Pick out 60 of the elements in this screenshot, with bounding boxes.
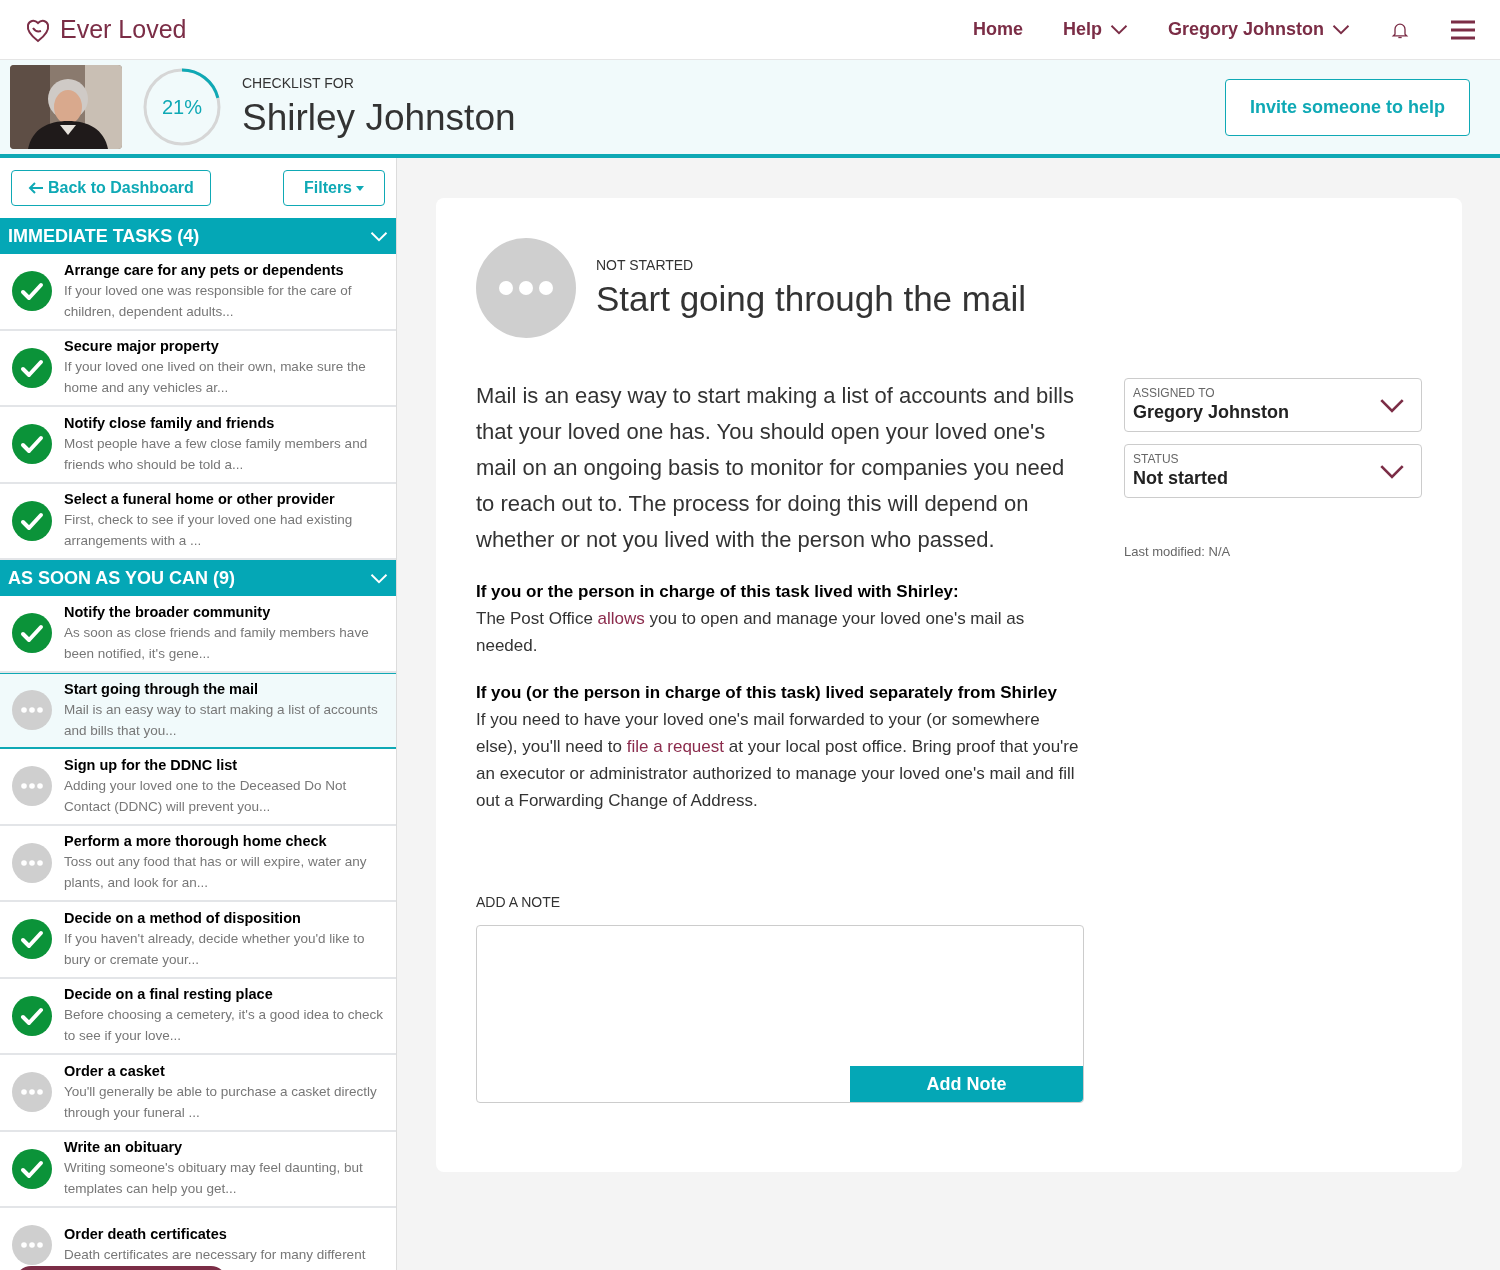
- chevron-icon: [1379, 463, 1405, 479]
- block-paragraph: If you need to have your loved one's mail forwarded to your (or somewhere else), you'll need to file a request at your local post office. Bring proof that you're an executor or administrator authorized to manage your loved one's mail and fill out a Forwarding Change of Address.: [476, 709, 1080, 812]
- task-item[interactable]: Start going through the mail Mail is an easy way to start making a list of accounts and bills that you...: [0, 672, 396, 749]
- task-heading: Start going through the mail: [596, 277, 1026, 320]
- task-title: Decide on a final resting place: [64, 985, 274, 1005]
- task-title: Start going through the mail: [64, 679, 260, 699]
- select-field[interactable]: STATUS Not started: [1124, 444, 1422, 498]
- task-title: Order death certificates: [64, 1225, 228, 1245]
- chevron-icon: [1379, 397, 1405, 413]
- brand-name[interactable]: Ever Loved: [60, 10, 187, 49]
- progress-reading: 21%: [162, 95, 202, 119]
- task-title: Notify close family and friends: [64, 413, 276, 433]
- task-summary: As soon as close friends and family members have been notified, it's gene...: [64, 623, 370, 663]
- task-title: Notify the broader community: [64, 602, 272, 622]
- checklist-eyebrow: CHECKLIST FOR: [242, 73, 355, 93]
- arrow-left-icon: [28, 182, 44, 194]
- task-summary: You'll generally be able to purchase a casket directly through your funeral ...: [64, 1082, 378, 1122]
- block-heading: If you or the person in charge of this task lived with Shirley:: [476, 581, 960, 603]
- caret-icon[interactable]: [1110, 24, 1128, 35]
- task-summary: Death certificates are necessary for many different: [64, 1246, 366, 1265]
- task-summary: Before choosing a cemetery, it's a good idea to check to see if your love...: [64, 1006, 384, 1046]
- block-paragraph: The Post Office allows you to open and manage your loved one's mail as needed.: [476, 608, 1026, 657]
- last-modified: Last modified: N/A: [1124, 543, 1232, 561]
- task-summary: Writing someone's obituary may feel daunting, but templates can help you get...: [64, 1159, 364, 1199]
- section-title: IMMEDIATE TASKS (4): [8, 224, 200, 248]
- task-summary: First, check to see if your loved one had existing arrangements with a ...: [64, 511, 354, 551]
- task-summary: If you haven't already, decide whether you'd like to bury or cremate your...: [64, 929, 366, 969]
- task-title: Sign up for the DDNC list: [64, 755, 239, 775]
- task-title: Write an obituary: [64, 1138, 184, 1158]
- note-label: ADD A NOTE: [476, 893, 562, 912]
- task-title: Order a casket: [64, 1061, 166, 1081]
- task-summary: Adding your loved one to the Deceased Do Not Contact (DDNC) will prevent you...: [64, 776, 348, 816]
- task-title: Select a funeral home or other provider: [64, 490, 336, 510]
- intro-paragraph: Mail is an easy way to start making a list of accounts and bills that your loved one has. You should open your loved one's mail on an ongoing basis to monitor for companies you need to reach out to. The process for doing this will depend on whether or not you lived with the person who passed.: [476, 382, 1075, 554]
- block-heading: If you (or the person in charge of this task) lived separately from Shirley: [476, 682, 1058, 704]
- inline-link[interactable]: file a request: [626, 737, 724, 756]
- nav-link[interactable]: Gregory Johnston: [1168, 16, 1324, 43]
- task-title: Perform a more thorough home check: [64, 832, 328, 852]
- person-name: Shirley Johnston: [242, 95, 516, 140]
- nav-link[interactable]: Help: [1062, 16, 1102, 43]
- caret-icon[interactable]: [1332, 24, 1350, 35]
- inline-link[interactable]: allows: [597, 609, 645, 628]
- section-title: AS SOON AS YOU CAN (9): [8, 566, 236, 590]
- task-title: Decide on a method of disposition: [64, 908, 302, 928]
- task-summary: If your loved one lived on their own, make sure the home and any vehicles ar...: [64, 358, 367, 398]
- task-title: Arrange care for any pets or dependents: [64, 260, 345, 280]
- task-summary: Mail is an easy way to start making a list of accounts and bills that you...: [64, 700, 379, 740]
- select-field[interactable]: ASSIGNED TO Gregory Johnston: [1124, 378, 1422, 432]
- task-summary: If your loved one was responsible for the care of children, dependent adults...: [64, 281, 353, 321]
- task-summary: Most people have a few close family members and friends who should be told a...: [64, 434, 369, 474]
- nav-link[interactable]: Home: [972, 16, 1023, 43]
- menu-icon[interactable]: [1450, 18, 1476, 41]
- task-title: Secure major property: [64, 337, 220, 357]
- caret-icon: [356, 185, 364, 191]
- task-summary: Toss out any food that has or will expire, water any plants, and look for an...: [64, 853, 368, 893]
- field-value: Not started: [1133, 467, 1229, 490]
- task-status: NOT STARTED: [596, 255, 695, 275]
- field-value: Gregory Johnston: [1133, 401, 1290, 424]
- field-label: ASSIGNED TO: [1133, 386, 1216, 400]
- field-label: STATUS: [1133, 452, 1180, 466]
